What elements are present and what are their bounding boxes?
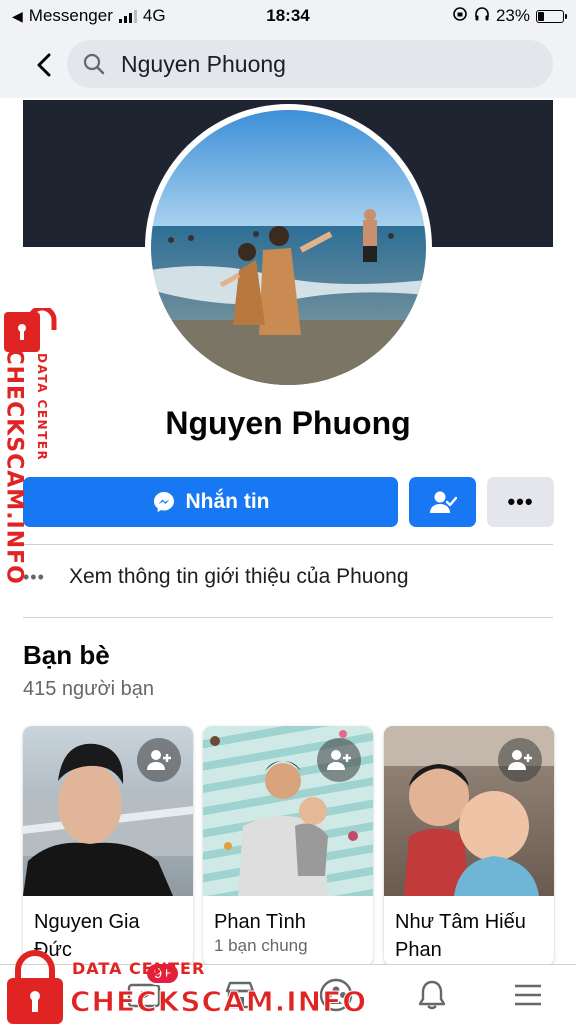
bell-icon — [418, 980, 446, 1009]
padlock-icon — [7, 950, 63, 1024]
about-link-label: Xem thông tin giới thiệu của Phuong — [69, 565, 409, 588]
headphones-icon — [474, 6, 490, 27]
watermark-sub: DATA CENTER — [72, 959, 206, 978]
friends-section-title[interactable]: Bạn bè — [23, 640, 110, 671]
friend-name[interactable]: Phan Tình — [203, 896, 373, 936]
add-friend-button[interactable] — [137, 738, 181, 782]
profile-picture[interactable] — [151, 110, 426, 385]
add-friend-icon — [147, 750, 171, 770]
message-button-label: Nhắn tin — [185, 490, 270, 513]
divider — [23, 544, 553, 545]
search-input[interactable]: Nguyen Phuong — [67, 40, 553, 88]
status-bar: ◀ Messenger 4G 18:34 23% — [0, 0, 576, 32]
add-friend-icon — [327, 750, 351, 770]
divider — [23, 617, 553, 618]
messenger-icon — [153, 492, 174, 512]
more-dots-icon: ••• — [507, 489, 534, 514]
friend-card[interactable]: Như Tâm Hiếu Phan — [384, 726, 554, 966]
friend-status-button[interactable] — [409, 477, 476, 527]
friend-photo[interactable] — [23, 726, 193, 896]
more-options-button[interactable]: ••• — [487, 477, 554, 527]
friend-card[interactable]: Phan Tình 1 bạn chung — [203, 726, 373, 966]
friend-photo[interactable] — [384, 726, 554, 896]
friend-card[interactable]: Nguyen Gia Đức — [23, 726, 193, 966]
add-friend-icon — [508, 750, 532, 770]
about-link[interactable]: ••• Xem thông tin giới thiệu của Phuong — [23, 556, 553, 598]
chevron-left-icon — [37, 53, 51, 77]
mutual-friends[interactable]: 1 bạn chung — [203, 936, 373, 956]
orientation-lock-icon — [452, 6, 468, 27]
search-query: Nguyen Phuong — [121, 50, 286, 77]
add-friend-button[interactable] — [498, 738, 542, 782]
friend-photo[interactable] — [203, 726, 373, 896]
watermark-brand: CHECKSCAM.INFO — [1, 348, 27, 585]
watermark-side: CHECKSCAM.INFO DATA CENTER — [2, 308, 64, 593]
battery-icon — [536, 9, 567, 23]
friends-check-icon — [429, 491, 457, 513]
search-header: Nguyen Phuong — [0, 32, 576, 98]
friend-name[interactable]: Như Tâm Hiếu Phan — [384, 896, 554, 964]
menu-icon — [515, 984, 541, 1005]
battery-percent: 23% — [495, 6, 530, 25]
message-button[interactable]: Nhắn tin — [23, 477, 398, 527]
search-icon — [83, 53, 105, 75]
friends-count: 415 người bạn — [23, 678, 155, 700]
profile-name: Nguyen Phuong — [165, 405, 411, 441]
status-right: 23% — [452, 6, 567, 27]
nav-notifications[interactable] — [402, 970, 462, 1020]
watermark-sub: DATA CENTER — [35, 353, 49, 462]
nav-menu[interactable] — [498, 970, 558, 1020]
watermark-brand: CHECKSCAM.INFO — [69, 985, 368, 1019]
add-friend-button[interactable] — [317, 738, 361, 782]
back-button[interactable] — [22, 43, 66, 87]
